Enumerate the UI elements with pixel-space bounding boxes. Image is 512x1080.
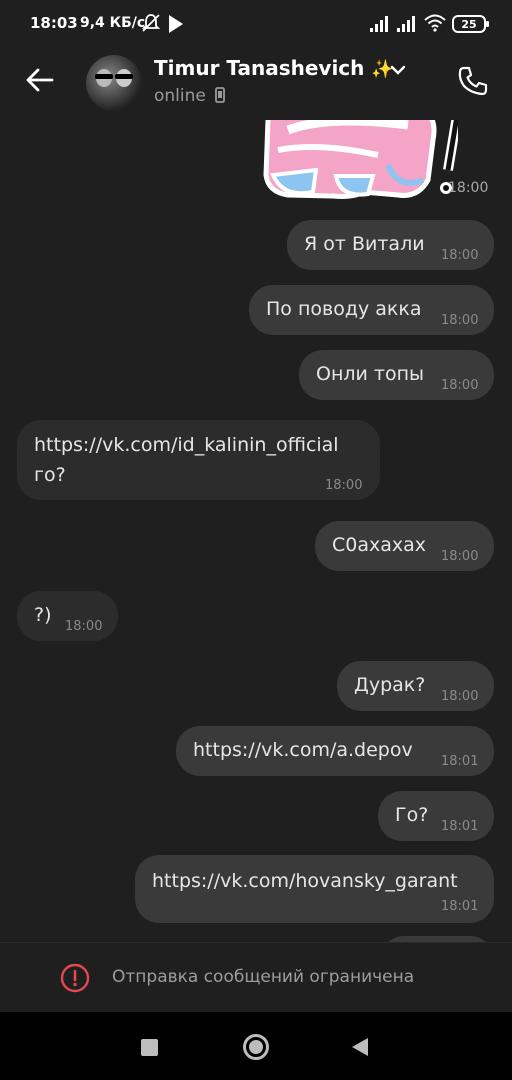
chevron-down-icon[interactable] — [390, 64, 406, 76]
message-time: 18:00 — [441, 313, 479, 328]
message-text: ?) — [34, 604, 52, 626]
system-navigation-bar — [0, 1012, 512, 1080]
nav-back-icon[interactable] — [351, 1037, 369, 1057]
message-restricted-bar: Отправка сообщений ограничена — [0, 942, 512, 1012]
message-time: 18:00 — [441, 689, 479, 704]
message-bubble[interactable]: https://vk.com/hovansky_garant 18:01 — [135, 855, 494, 923]
message-time: 18:00 — [448, 180, 489, 196]
message-bubble[interactable]: Дурак? 18:00 — [337, 661, 494, 711]
message-bubble[interactable]: ?) 18:00 — [17, 591, 118, 641]
silent-bell-icon — [141, 14, 161, 32]
presence-status: online — [154, 86, 226, 106]
restricted-text: Отправка сообщений ограничена — [112, 967, 415, 987]
message-bubble[interactable]: Онли топы 18:00 — [299, 350, 494, 400]
avatar[interactable] — [86, 55, 142, 111]
message-bubble[interactable]: https://vk.com/id_kalinin_official го? 1… — [17, 420, 380, 500]
home-button[interactable] — [243, 1034, 269, 1060]
message-bubble[interactable]: Го? 18:01 — [378, 791, 494, 841]
sticker-image[interactable] — [258, 120, 458, 200]
contact-name-text: Timur Tanashevich — [154, 56, 365, 80]
message-bubble[interactable]: По поводу акка 18:00 — [249, 285, 494, 335]
message-time: 18:00 — [441, 378, 479, 393]
message-time: 18:01 — [441, 754, 479, 769]
message-text: С0ахахах — [332, 534, 427, 556]
wifi-icon — [424, 14, 446, 32]
status-time: 18:03 — [30, 14, 78, 32]
message-list[interactable]: 18:00 Я от Витали 18:00 По поводу акка 1… — [0, 120, 512, 942]
status-network-speed: 9,4 КБ/с — [80, 15, 146, 31]
warning-icon — [60, 963, 90, 993]
message-link[interactable]: https://vk.com/hovansky_garant — [152, 870, 458, 892]
message-text: Я от Витали — [304, 233, 425, 255]
message-text: го? — [34, 464, 66, 486]
message-time: 18:00 — [325, 478, 363, 493]
status-bar: 18:03 9,4 КБ/с 25 — [0, 0, 512, 48]
message-link[interactable]: https://vk.com/id_kalinin_official — [34, 434, 339, 456]
chat-header: Timur Tanashevich ✨ online — [0, 48, 512, 120]
play-store-icon — [169, 15, 183, 33]
message-bubble[interactable]: Я от Витали 18:00 — [287, 220, 494, 270]
mobile-device-icon — [215, 87, 226, 103]
message-text: Дурак? — [354, 674, 426, 696]
message-time: 18:01 — [441, 819, 479, 834]
back-arrow-icon[interactable] — [22, 62, 58, 98]
presence-text: online — [154, 86, 206, 106]
message-text: Онли топы — [316, 363, 425, 385]
message-time: 18:01 — [441, 899, 479, 914]
message-bubble[interactable]: С0ахахах 18:00 — [315, 521, 494, 571]
message-bubble[interactable]: https://vk.com/a.depov 18:01 — [176, 726, 494, 776]
message-time: 18:00 — [441, 549, 479, 564]
battery-indicator: 25 — [452, 15, 489, 33]
contact-name[interactable]: Timur Tanashevich ✨ — [154, 56, 394, 80]
signal-icon — [397, 16, 415, 32]
phone-icon[interactable] — [456, 64, 490, 98]
message-text: По поводу акка — [266, 298, 422, 320]
message-time: 18:00 — [65, 619, 103, 634]
message-text: Го? — [395, 804, 429, 826]
message-link[interactable]: https://vk.com/a.depov — [193, 739, 413, 761]
message-time: 18:00 — [441, 248, 479, 263]
recent-apps-button[interactable] — [141, 1039, 158, 1056]
signal-icon — [370, 16, 388, 32]
